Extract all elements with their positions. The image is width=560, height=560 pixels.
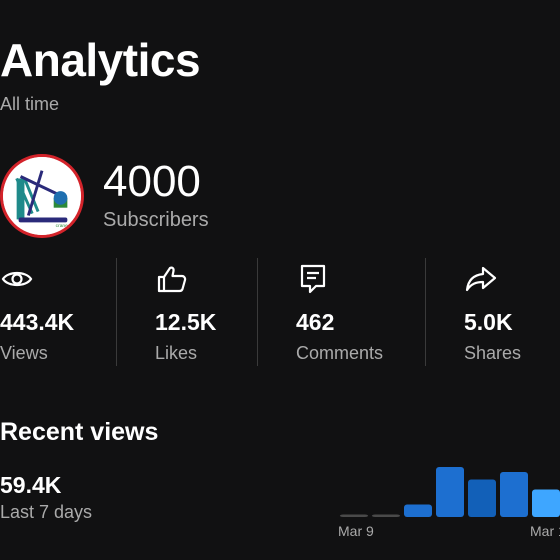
likes-value: 12.5K bbox=[155, 309, 217, 335]
chart-bar bbox=[436, 467, 464, 517]
comments-value: 462 bbox=[296, 309, 335, 335]
stat-divider bbox=[425, 258, 426, 366]
chart-bar bbox=[372, 514, 400, 517]
recent-views-value: 59.4K bbox=[0, 472, 62, 498]
recent-views-period: Last 7 days bbox=[0, 502, 93, 522]
shares-label: Shares bbox=[464, 343, 522, 363]
subscriber-count: 4000 bbox=[103, 157, 201, 206]
chart-x-tick-label: Mar 15 bbox=[530, 523, 560, 539]
views-value: 443.4K bbox=[0, 309, 75, 335]
share-arrow-icon bbox=[464, 262, 498, 296]
comment-icon bbox=[296, 262, 330, 296]
views-label: Views bbox=[0, 343, 48, 363]
stat-divider bbox=[257, 258, 258, 366]
bar-chart-svg: Mar 9 Mar 15 bbox=[338, 467, 560, 539]
shares-value: 5.0K bbox=[464, 309, 513, 335]
recent-views-chart[interactable]: Mar 9 Mar 15 bbox=[330, 455, 560, 560]
chart-bar bbox=[404, 504, 432, 517]
chart-bar bbox=[532, 489, 560, 517]
eye-icon bbox=[0, 262, 34, 296]
thumbs-up-icon bbox=[155, 262, 189, 296]
stats-row: 443.4K Views 12.5K Likes 462 Comments 5.… bbox=[0, 258, 560, 366]
stat-divider bbox=[116, 258, 117, 366]
crane-logo-icon: crane bbox=[3, 157, 81, 235]
chart-bar bbox=[340, 514, 368, 517]
time-range-label: All time bbox=[0, 94, 60, 114]
chart-bar bbox=[500, 472, 528, 517]
comments-label: Comments bbox=[296, 343, 384, 363]
likes-label: Likes bbox=[155, 343, 198, 363]
recent-views-heading: Recent views bbox=[0, 418, 159, 446]
channel-avatar[interactable]: crane bbox=[0, 154, 84, 238]
svg-text:crane: crane bbox=[56, 223, 68, 229]
chart-bar bbox=[468, 479, 496, 517]
page-title: Analytics bbox=[0, 34, 201, 86]
chart-x-tick-label: Mar 9 bbox=[338, 523, 374, 539]
subscriber-label: Subscribers bbox=[103, 209, 209, 231]
